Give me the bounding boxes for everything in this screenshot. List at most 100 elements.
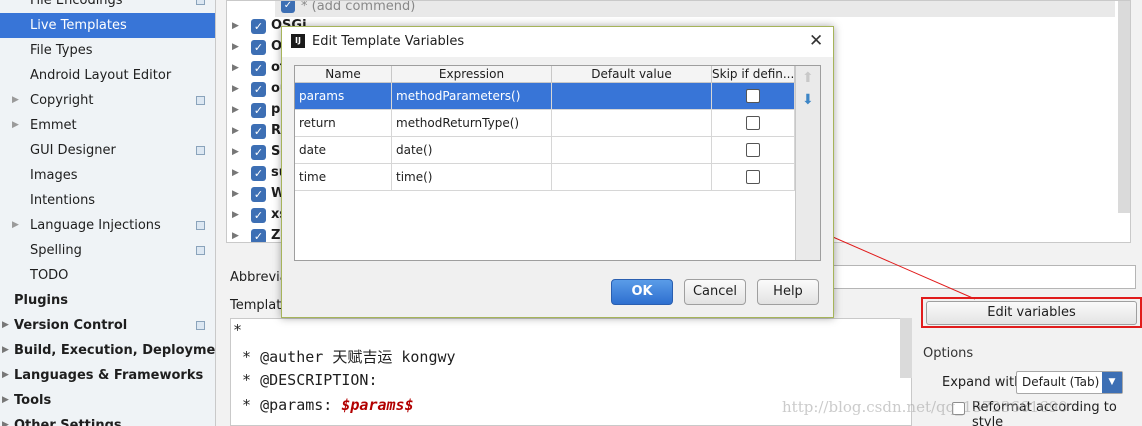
sidebar-item[interactable]: File Encodings (0, 0, 215, 13)
sidebar-item[interactable]: Plugins (0, 288, 215, 313)
sidebar-item[interactable]: ▶ Version Control (0, 313, 215, 338)
triangle-right-icon[interactable]: ▶ (232, 231, 239, 241)
sidebar-item[interactable]: Live Templates (0, 13, 215, 38)
edit-variables-button[interactable]: Edit variables (926, 301, 1137, 325)
sidebar-item[interactable]: ▶ Other Settings (0, 413, 215, 426)
checkbox-checked-icon[interactable]: ✓ (251, 187, 266, 202)
triangle-right-icon[interactable]: ▶ (232, 84, 239, 94)
cell-expression[interactable]: time() (392, 164, 552, 191)
triangle-right-icon[interactable]: ▶ (232, 147, 239, 157)
sidebar-item[interactable]: GUI Designer (0, 138, 215, 163)
cell-default[interactable] (552, 164, 712, 191)
arrow-up-icon[interactable]: ⬆ (802, 70, 814, 86)
triangle-right-icon[interactable]: ▶ (232, 210, 239, 220)
ok-button[interactable]: OK (611, 279, 673, 305)
sidebar-item[interactable]: ▶ Copyright (0, 88, 215, 113)
close-icon[interactable]: ✕ (809, 31, 823, 51)
triangle-right-icon[interactable]: ▶ (2, 338, 9, 363)
triangle-right-icon[interactable]: ▶ (12, 213, 19, 238)
checkbox-checked-icon[interactable]: ✓ (251, 40, 266, 55)
skip-checkbox[interactable] (746, 116, 760, 130)
checkbox-checked-icon[interactable]: ✓ (251, 103, 266, 118)
cancel-button[interactable]: Cancel (684, 279, 746, 305)
triangle-right-icon[interactable]: ▶ (232, 42, 239, 52)
template-text-line: * @params: $params$ (233, 396, 414, 414)
triangle-right-icon[interactable]: ▶ (2, 413, 9, 426)
triangle-right-icon[interactable]: ▶ (12, 113, 19, 138)
triangle-right-icon[interactable]: ▶ (2, 313, 9, 338)
triangle-right-icon[interactable]: ▶ (232, 63, 239, 73)
triangle-right-icon[interactable]: ▶ (232, 21, 239, 31)
table-row[interactable]: time time() (295, 164, 795, 191)
sidebar-item-label: Live Templates (30, 18, 127, 33)
checkbox-checked-icon[interactable]: ✓ (251, 166, 266, 181)
checkbox-checked-icon[interactable]: ✓ (251, 19, 266, 34)
sidebar-item[interactable]: Spelling (0, 238, 215, 263)
triangle-right-icon[interactable]: ▶ (232, 168, 239, 178)
triangle-right-icon[interactable]: ▶ (232, 189, 239, 199)
checkbox-checked-icon[interactable]: ✓ (251, 229, 266, 242)
cell-default[interactable] (552, 137, 712, 164)
project-scope-icon (196, 0, 205, 5)
cell-default[interactable] (552, 83, 712, 110)
column-header[interactable]: Expression (392, 66, 552, 83)
column-header[interactable]: Default value (552, 66, 712, 83)
sidebar-item[interactable]: ▶ Build, Execution, Deployment (0, 338, 231, 363)
variables-table[interactable]: Name Expression Default value Skip if defin… (294, 65, 821, 261)
template-list-scrollbar[interactable] (1118, 1, 1130, 213)
triangle-right-icon[interactable]: ▶ (232, 126, 239, 136)
sidebar-item-label: Android Layout Editor (30, 68, 172, 83)
editor-scrollbar[interactable] (900, 318, 912, 378)
sidebar-item[interactable]: TODO (0, 263, 215, 288)
triangle-down-icon[interactable]: ▼ (1102, 372, 1122, 393)
cell-expression[interactable]: methodParameters() (392, 83, 552, 110)
template-sub-item[interactable]: ✓ * (add commend) (275, 1, 1115, 17)
triangle-right-icon[interactable]: ▶ (2, 363, 9, 388)
sidebar-item-label: Tools (14, 393, 52, 408)
sidebar-item[interactable]: Images (0, 163, 215, 188)
triangle-right-icon[interactable]: ▶ (2, 388, 9, 413)
cell-expression[interactable]: methodReturnType() (392, 110, 552, 137)
sidebar-item[interactable]: ▶ Language Injections (0, 213, 215, 238)
dialog-title-bar[interactable]: IJ Edit Template Variables ✕ (282, 27, 833, 57)
table-toolbar: ⬆ ⬇ (795, 66, 820, 260)
sidebar-item-label: TODO (30, 268, 69, 283)
sidebar-item[interactable]: Android Layout Editor (0, 63, 215, 88)
sidebar-item[interactable]: ▶ Emmet (0, 113, 215, 138)
checkbox-checked-icon[interactable]: ✓ (251, 82, 266, 97)
triangle-right-icon[interactable]: ▶ (12, 88, 19, 113)
cell-name[interactable]: date (295, 137, 392, 164)
cell-name[interactable]: return (295, 110, 392, 137)
cell-name[interactable]: time (295, 164, 392, 191)
template-sub-item-label: * (add commend) (301, 0, 416, 14)
checkbox-checked-icon[interactable]: ✓ (281, 1, 295, 13)
triangle-right-icon[interactable]: ▶ (232, 105, 239, 115)
skip-checkbox[interactable] (746, 89, 760, 103)
checkbox-checked-icon[interactable]: ✓ (251, 124, 266, 139)
cell-expression[interactable]: date() (392, 137, 552, 164)
checkbox-checked-icon[interactable]: ✓ (251, 61, 266, 76)
expand-with-select[interactable]: Default (Tab) ▼ (1016, 371, 1123, 394)
column-header[interactable]: Skip if defin... (712, 66, 795, 83)
skip-checkbox[interactable] (746, 170, 760, 184)
table-row[interactable]: return methodReturnType() (295, 110, 795, 137)
cell-default[interactable] (552, 110, 712, 137)
sidebar-item-label: File Encodings (30, 0, 123, 8)
table-row[interactable]: date date() (295, 137, 795, 164)
sidebar-item-label: Emmet (30, 118, 77, 133)
abbreviation-input[interactable] (796, 265, 1136, 289)
sidebar-item-label: Build, Execution, Deployment (14, 343, 231, 358)
table-row[interactable]: params methodParameters() (295, 83, 795, 110)
checkbox-checked-icon[interactable]: ✓ (251, 208, 266, 223)
checkbox-checked-icon[interactable]: ✓ (251, 145, 266, 160)
help-button[interactable]: Help (757, 279, 819, 305)
template-text-line: * @auther 天赋吉运 kongwy (233, 346, 456, 367)
sidebar-item[interactable]: File Types (0, 38, 215, 63)
cell-name[interactable]: params (295, 83, 392, 110)
sidebar-item[interactable]: Intentions (0, 188, 215, 213)
skip-checkbox[interactable] (746, 143, 760, 157)
arrow-down-icon[interactable]: ⬇ (802, 92, 814, 108)
sidebar-item[interactable]: ▶ Languages & Frameworks (0, 363, 215, 388)
column-header[interactable]: Name (295, 66, 392, 83)
sidebar-item[interactable]: ▶ Tools (0, 388, 215, 413)
